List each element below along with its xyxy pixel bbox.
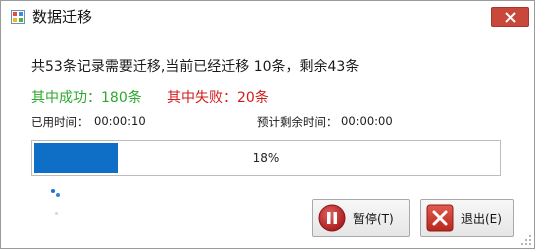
title-bar: 数据迁移 xyxy=(1,1,534,33)
elapsed-time-value: 00:00:10 xyxy=(94,114,146,128)
app-icon xyxy=(11,10,25,24)
pause-button[interactable]: 暂停(T) xyxy=(312,199,410,237)
loading-spinner-icon xyxy=(47,185,67,221)
progress-bar: 18% xyxy=(31,140,501,176)
migration-window: 数据迁移 共53条记录需要迁移,当前已经迁移 10条，剩余43条 其中成功：18… xyxy=(0,0,535,249)
summary-text: 共53条记录需要迁移,当前已经迁移 10条，剩余43条 xyxy=(31,59,360,75)
exit-icon xyxy=(426,204,454,232)
elapsed-time-label: 已用时间： xyxy=(31,115,89,129)
progress-label: 18% xyxy=(252,151,280,165)
remaining-time-value: 00:00:00 xyxy=(341,114,393,128)
exit-button-label: 退出(E) xyxy=(461,212,502,226)
fail-count: 其中失败：20条 xyxy=(167,90,269,106)
success-count: 其中成功：180条 xyxy=(31,90,142,106)
exit-button[interactable]: 退出(E) xyxy=(420,199,514,237)
resize-grip-icon[interactable] xyxy=(521,235,531,245)
close-button[interactable] xyxy=(491,7,529,27)
remaining-time-label: 预计剩余时间： xyxy=(257,115,338,129)
pause-icon xyxy=(318,204,346,232)
window-title: 数据迁移 xyxy=(32,8,93,26)
pause-button-label: 暂停(T) xyxy=(353,212,394,226)
close-icon xyxy=(505,12,516,23)
